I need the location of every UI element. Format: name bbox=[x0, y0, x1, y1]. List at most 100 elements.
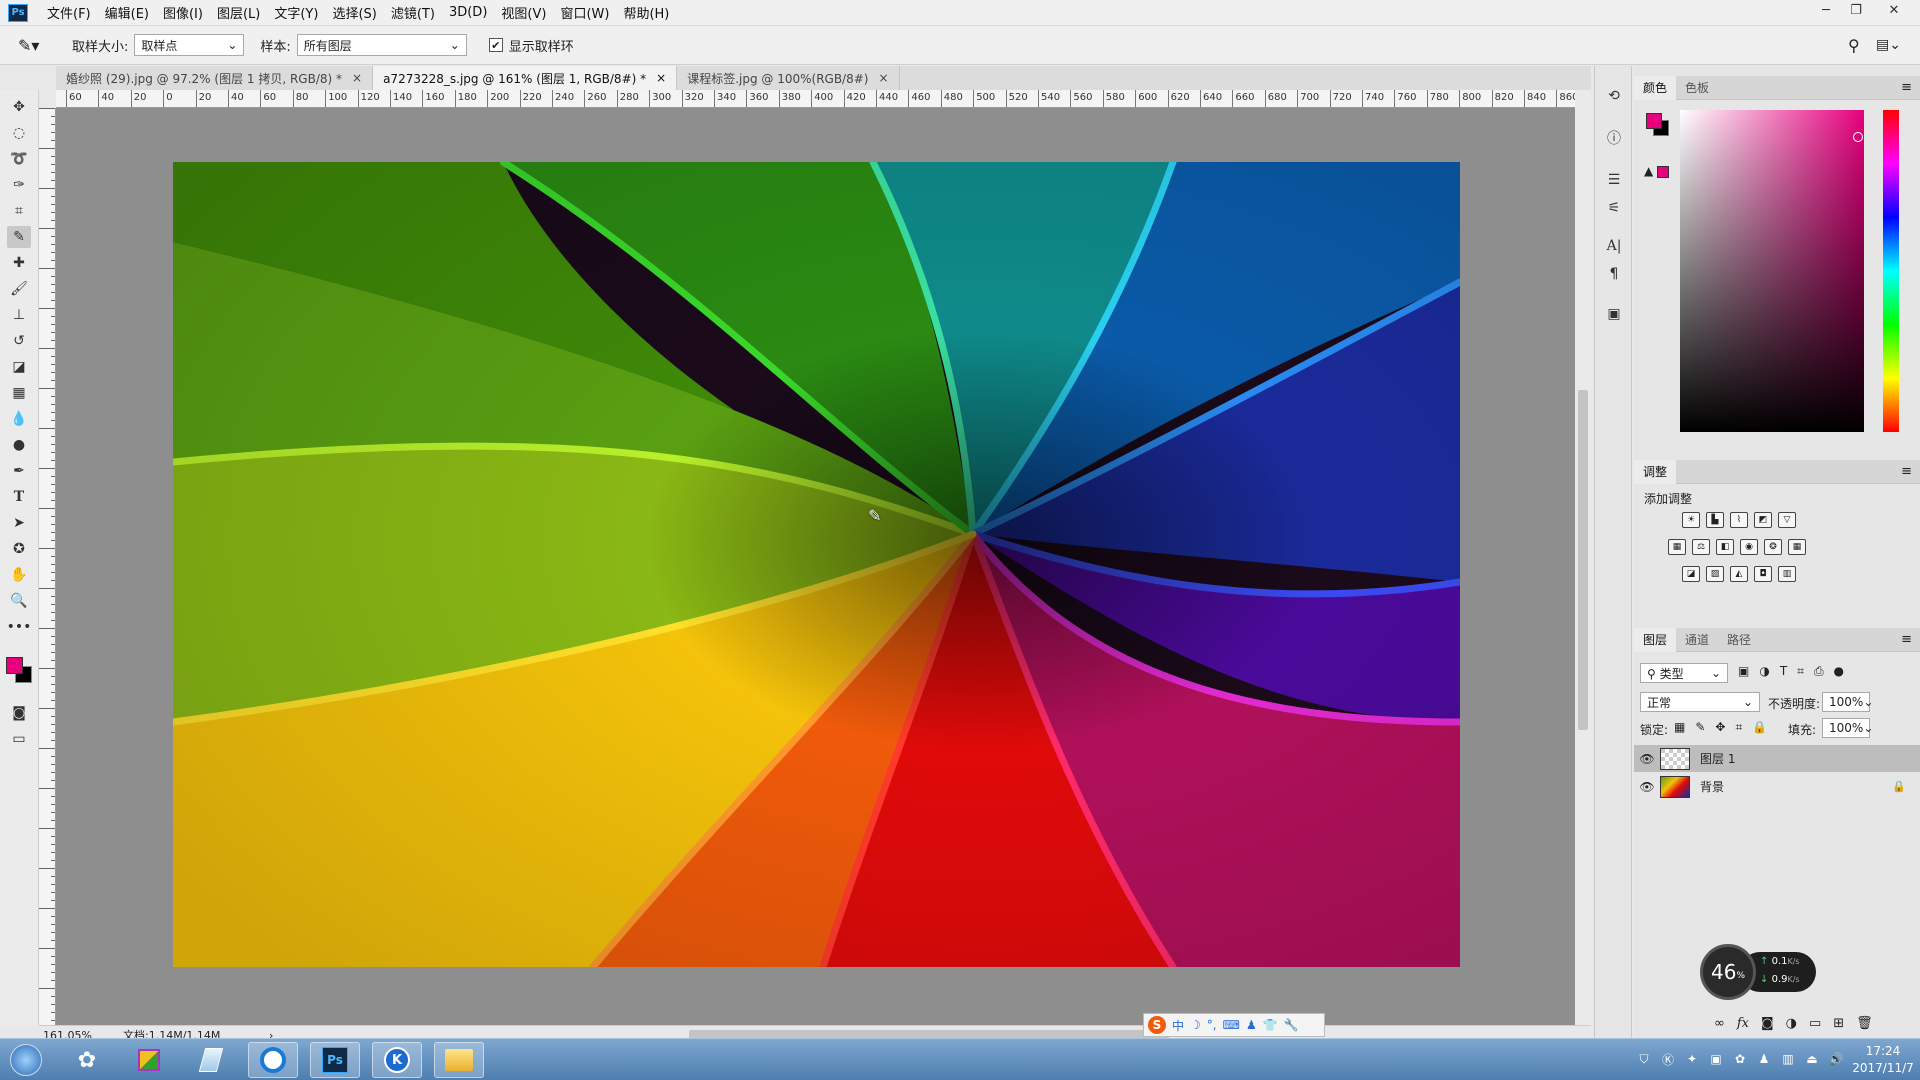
history-panel-icon[interactable]: ⟲ bbox=[1604, 86, 1624, 106]
posterize-icon[interactable]: ▨ bbox=[1706, 566, 1724, 582]
eye-icon[interactable]: 👁 bbox=[1634, 780, 1660, 794]
new-group-icon[interactable]: ▭ bbox=[1809, 1016, 1821, 1031]
link-layers-icon[interactable]: ∞ bbox=[1714, 1016, 1725, 1031]
lock-position-icon[interactable]: ✥ bbox=[1715, 720, 1725, 735]
path-select-tool-icon[interactable]: ➤ bbox=[7, 512, 31, 534]
channel-mixer-icon[interactable]: ❂ bbox=[1764, 539, 1782, 555]
tray-flower-icon[interactable]: ✿ bbox=[1732, 1051, 1748, 1067]
tab-paths[interactable]: 路径 bbox=[1718, 628, 1760, 652]
tab-document-1[interactable]: 婚纱照 (29).jpg @ 97.2% (图层 1 拷贝, RGB/8) * × bbox=[56, 66, 374, 90]
eyedropper-preset-icon[interactable]: ✎▾ bbox=[18, 36, 52, 55]
adjustment-filter-icon[interactable]: ◑ bbox=[1759, 664, 1769, 679]
brush-tool-icon[interactable]: 🖌 bbox=[7, 278, 31, 300]
layer-name[interactable]: 背景 bbox=[1700, 778, 1724, 795]
new-layer-icon[interactable]: ⊞ bbox=[1833, 1016, 1844, 1031]
tray-usb-icon[interactable]: ⏏ bbox=[1804, 1051, 1820, 1067]
menu-edit[interactable]: 编辑(E) bbox=[98, 3, 156, 22]
ime-moon-icon[interactable]: ☽ bbox=[1190, 1018, 1201, 1032]
taskbar-app-notes[interactable] bbox=[186, 1042, 236, 1078]
foreground-color-swatch[interactable] bbox=[6, 657, 23, 674]
workspace-icon[interactable]: ▤⌄ bbox=[1876, 37, 1901, 53]
add-mask-icon[interactable]: ◙ bbox=[1761, 1016, 1774, 1031]
history-brush-tool-icon[interactable]: ↺ bbox=[7, 330, 31, 352]
panel-menu-icon[interactable]: ≡ bbox=[1901, 632, 1912, 647]
taskbar-app-explorer[interactable] bbox=[434, 1042, 484, 1078]
canvas-area[interactable]: ✎ bbox=[56, 108, 1575, 1025]
hand-tool-icon[interactable]: ✋ bbox=[7, 564, 31, 586]
vertical-scrollbar[interactable] bbox=[1575, 90, 1591, 1025]
color-balance-icon[interactable]: ⚖ bbox=[1692, 539, 1710, 555]
brightness-contrast-icon[interactable]: ☀ bbox=[1682, 512, 1700, 528]
tray-volume-icon[interactable]: 🔊 bbox=[1828, 1051, 1844, 1067]
shape-filter-icon[interactable]: ⌗ bbox=[1797, 664, 1804, 679]
ime-chinese-toggle[interactable]: 中 bbox=[1172, 1017, 1184, 1034]
lasso-tool-icon[interactable]: ➰ bbox=[7, 148, 31, 170]
tab-layers[interactable]: 图层 bbox=[1634, 627, 1677, 652]
panel-menu-icon[interactable]: ≡ bbox=[1901, 464, 1912, 479]
black-white-icon[interactable]: ◧ bbox=[1716, 539, 1734, 555]
taskbar-app-k[interactable]: K bbox=[372, 1042, 422, 1078]
taskbar-app-office[interactable] bbox=[124, 1042, 174, 1078]
delete-layer-icon[interactable]: 🗑 bbox=[1856, 1016, 1873, 1031]
curves-icon[interactable]: ⌇ bbox=[1730, 512, 1748, 528]
exposure-icon[interactable]: ◩ bbox=[1754, 512, 1772, 528]
character-panel-icon[interactable]: A| bbox=[1604, 236, 1624, 256]
tab-adjustments[interactable]: 调整 bbox=[1634, 459, 1677, 484]
eraser-tool-icon[interactable]: ◪ bbox=[7, 356, 31, 378]
fill-input[interactable]: 100% ⌄ bbox=[1822, 718, 1873, 738]
hue-saturation-icon[interactable]: ▦ bbox=[1668, 539, 1686, 555]
restore-button[interactable]: ❐ bbox=[1842, 0, 1870, 20]
brush-presets-icon[interactable]: ☰ bbox=[1604, 170, 1624, 190]
tray-qq-icon[interactable]: ♟ bbox=[1756, 1051, 1772, 1067]
invert-icon[interactable]: ◪ bbox=[1682, 566, 1700, 582]
blur-tool-icon[interactable]: 💧 bbox=[7, 408, 31, 430]
menu-type[interactable]: 文字(Y) bbox=[267, 3, 325, 22]
type-tool-icon[interactable]: T bbox=[7, 486, 31, 508]
paragraph-panel-icon[interactable]: ¶ bbox=[1604, 264, 1624, 284]
menu-file[interactable]: 文件(F) bbox=[40, 3, 98, 22]
sample-select[interactable]: 所有图层 ⌄ bbox=[296, 34, 467, 56]
taskbar-app-pinwheel[interactable]: ✿ bbox=[62, 1042, 112, 1078]
filter-toggle-icon[interactable]: ● bbox=[1834, 664, 1844, 679]
close-icon[interactable]: × bbox=[656, 71, 666, 85]
vibrance-icon[interactable]: ▽ bbox=[1778, 512, 1796, 528]
taskbar-app-photoshop[interactable]: Ps bbox=[310, 1042, 360, 1078]
marquee-tool-icon[interactable]: ◌ bbox=[7, 122, 31, 144]
tray-network-icon[interactable]: ▥ bbox=[1780, 1051, 1796, 1067]
ime-skin-icon[interactable]: 👕 bbox=[1263, 1018, 1278, 1032]
taskbar-clock[interactable]: 17:24 2017/11/7 bbox=[1848, 1043, 1918, 1077]
tab-channels[interactable]: 通道 bbox=[1676, 628, 1718, 652]
tab-color[interactable]: 颜色 bbox=[1634, 75, 1677, 100]
properties-panel-icon[interactable]: ▣ bbox=[1604, 304, 1624, 324]
blend-mode-select[interactable]: 正常 ⌄ bbox=[1640, 692, 1760, 712]
show-sampling-ring-checkbox[interactable]: ✔ bbox=[488, 38, 503, 52]
shape-tool-icon[interactable]: ✪ bbox=[7, 538, 31, 560]
menu-filter[interactable]: 滤镜(T) bbox=[384, 3, 442, 22]
ime-tools-icon[interactable]: 🔧 bbox=[1284, 1018, 1299, 1032]
selective-color-icon[interactable]: ◘ bbox=[1754, 566, 1772, 582]
layer-name[interactable]: 图层 1 bbox=[1700, 750, 1735, 767]
tab-document-3[interactable]: 课程标签.jpg @ 100%(RGB/8#) × bbox=[677, 66, 900, 90]
color-field[interactable] bbox=[1680, 110, 1864, 432]
crop-tool-icon[interactable]: ⌗ bbox=[7, 200, 31, 222]
menu-image[interactable]: 图像(I) bbox=[156, 3, 210, 22]
ime-keyboard-icon[interactable]: ⌨ bbox=[1223, 1018, 1240, 1032]
gradient-tool-icon[interactable]: ▦ bbox=[7, 382, 31, 404]
scroll-thumb[interactable] bbox=[1578, 390, 1588, 730]
web-color-chip[interactable] bbox=[1657, 166, 1669, 178]
info-panel-icon[interactable]: ⓘ bbox=[1604, 128, 1624, 148]
eye-icon[interactable]: 👁 bbox=[1634, 752, 1660, 766]
more-tools-icon[interactable]: ••• bbox=[7, 616, 32, 638]
quick-select-tool-icon[interactable]: ✑ bbox=[7, 174, 31, 196]
panel-menu-icon[interactable]: ≡ bbox=[1901, 80, 1912, 95]
fg-color-chip[interactable] bbox=[1646, 113, 1662, 129]
levels-icon[interactable]: ▙ bbox=[1706, 512, 1724, 528]
close-window-button[interactable]: ✕ bbox=[1880, 0, 1908, 20]
lock-transparent-icon[interactable]: ▦ bbox=[1674, 720, 1685, 735]
menu-help[interactable]: 帮助(H) bbox=[616, 3, 676, 22]
lock-all-icon[interactable]: 🔒 bbox=[1752, 720, 1767, 735]
eyedropper-tool-icon[interactable]: ✎ bbox=[7, 226, 31, 248]
screen-mode-icon[interactable]: ▭ bbox=[7, 728, 31, 750]
tab-document-2[interactable]: a7273228_s.jpg @ 161% (图层 1, RGB/8#) * × bbox=[373, 66, 678, 90]
opacity-input[interactable]: 100% ⌄ bbox=[1822, 692, 1873, 712]
